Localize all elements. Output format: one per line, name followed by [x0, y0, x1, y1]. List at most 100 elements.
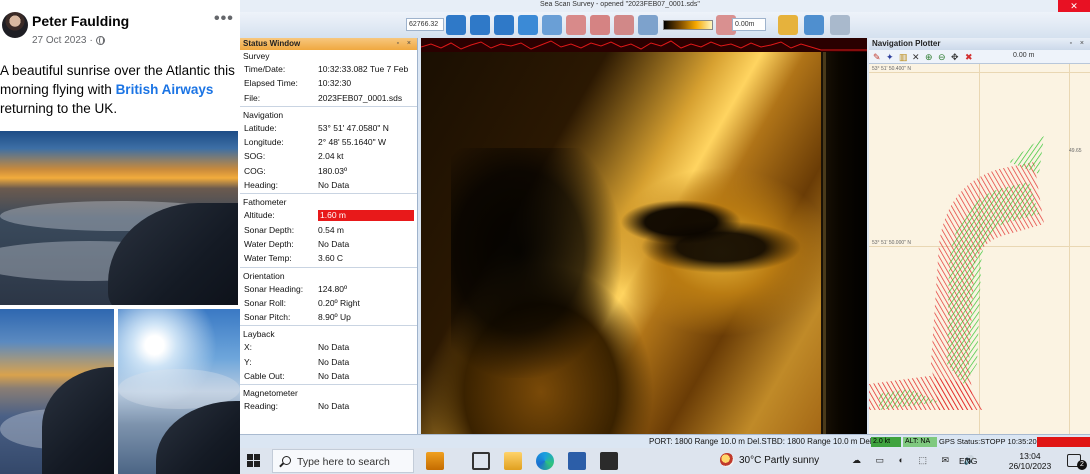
settings-button[interactable] — [830, 15, 850, 35]
alt-badge: ALT: NA — [903, 437, 937, 447]
hold-button[interactable] — [518, 15, 538, 35]
language-indicator[interactable]: ENG — [959, 456, 977, 466]
weather-widget[interactable]: 30°C Partly sunny — [720, 453, 819, 467]
post-date[interactable]: 27 Oct 2023 · — [32, 35, 105, 46]
status-row: Sonar Roll: 0.20º Right — [244, 297, 360, 308]
section-orientation: Orientation — [243, 270, 285, 281]
bars-icon[interactable]: ▥ — [899, 52, 908, 62]
sonar-display[interactable] — [421, 38, 867, 434]
section-fathometer: Fathometer — [243, 197, 287, 208]
record-button[interactable] — [542, 15, 562, 35]
file-explorer-icon[interactable] — [504, 452, 522, 470]
altitude-alert: 1.60 m — [318, 209, 414, 221]
globe-icon — [95, 36, 105, 45]
facebook-post: Peter Faulding 27 Oct 2023 · ••• A beaut… — [0, 0, 240, 474]
range-field[interactable]: 0.00m — [732, 18, 766, 31]
clock-date: 26/10/2023 — [1008, 461, 1052, 471]
palette-button[interactable] — [638, 15, 658, 35]
clear-icon[interactable]: ✖ — [965, 52, 973, 62]
rewind-button[interactable] — [446, 15, 466, 35]
post-photo-sunrise[interactable] — [0, 131, 238, 305]
status-window-controls[interactable]: ▫ × — [396, 38, 414, 50]
stop-button[interactable] — [470, 15, 490, 35]
weather-icon — [720, 453, 734, 467]
screenshot: Peter Faulding 27 Oct 2023 · ••• A beaut… — [0, 0, 1090, 474]
close-window-button[interactable]: ✕ — [1058, 0, 1090, 12]
sonar-signal-strip — [421, 38, 867, 52]
section-magnetometer: Magnetometer — [243, 388, 298, 399]
post-date-text[interactable]: 27 Oct 2023 — [32, 35, 86, 46]
briefcase-app-icon[interactable] — [426, 452, 444, 470]
pen-icon[interactable]: ✎ — [873, 52, 881, 62]
survey-track — [869, 136, 1044, 410]
notification-count: 2 — [1077, 460, 1087, 470]
status-row: Y: No Data — [244, 356, 350, 367]
status-row: Sonar Depth: 0.54 m — [244, 224, 344, 235]
sonar-application: Sea Scan Survey - opened "2023FEB07_0001… — [240, 0, 1090, 448]
status-row: Water Temp: 3.60 C — [244, 253, 344, 264]
status-row: COG: 180.03º — [244, 165, 348, 176]
zoom-in-icon[interactable]: ⊕ — [925, 52, 933, 62]
post-text: A beautiful sunrise over the Atlantic th… — [0, 63, 235, 116]
nav-plotter-toolbar: ✎ ✦ ▥ ✕ ⊕ ⊖ ✥ ✖ 0.00 m — [869, 50, 1090, 64]
taskbar: Type here to search 30°C Partly sunny ☁ … — [240, 448, 1090, 474]
status-row: File: 2023FEB07_0001.sds — [244, 92, 403, 103]
pan-icon[interactable]: ✥ — [951, 52, 959, 62]
status-window: Status Window ▫ × Survey Time/Date: 10:32… — [240, 38, 418, 448]
status-window-header: Status Window ▫ × — [240, 38, 417, 50]
sonar-nadir-line — [823, 52, 826, 434]
title-bar: Sea Scan Survey - opened "2023FEB07_0001… — [240, 0, 1090, 12]
tools-button[interactable] — [804, 15, 824, 35]
status-row: X: No Data — [244, 342, 350, 353]
nav-plotter-header: Navigation Plotter ▫ × — [869, 38, 1090, 50]
avatar[interactable] — [2, 12, 28, 38]
status-row: Sonar Pitch: 8.90º Up — [244, 312, 351, 323]
gps-status: GPS Status:STOPP 10:35:20 — [939, 437, 1037, 446]
search-placeholder: Type here to search — [297, 456, 390, 468]
status-row: Cable Out: No Data — [244, 371, 350, 382]
status-row: Water Depth: No Data — [244, 238, 350, 249]
navigation-plotter: Navigation Plotter ▫ × ✎ ✦ ▥ ✕ ⊕ ⊖ ✥ ✖ 0… — [869, 38, 1090, 434]
coord-field[interactable]: 62766.32 — [406, 18, 444, 31]
app-status-bar: PORT: 1800 Range 10.0 m Del.STBD: 1800 R… — [240, 434, 1090, 448]
more-options-icon[interactable]: ••• — [214, 10, 234, 28]
nav-map[interactable]: 53° 51' 50.400" N 53° 51' 50.000" N 49.6… — [869, 64, 1090, 434]
sonar-water-column — [821, 52, 867, 434]
windows-start-icon[interactable] — [247, 454, 261, 468]
clock[interactable]: 13:04 26/10/2023 — [1002, 451, 1058, 471]
sonar-app-icon[interactable] — [600, 452, 618, 470]
status-row: Time/Date: 10:32:33.082 Tue 7 Feb — [244, 64, 409, 74]
layback-button[interactable] — [614, 15, 634, 35]
post-author[interactable]: Peter Faulding — [32, 13, 129, 29]
post-photo-sky[interactable] — [118, 309, 240, 474]
clock-time: 13:04 — [1019, 451, 1041, 461]
alarm-indicator — [1037, 437, 1090, 447]
section-survey: Survey — [243, 51, 270, 61]
mark-button[interactable] — [590, 15, 610, 35]
nav-plotter-controls[interactable]: ▫ × — [1069, 38, 1087, 50]
nav-scale: 0.00 m — [1013, 52, 1035, 59]
play-button[interactable] — [778, 15, 798, 35]
post-link[interactable]: British Airways — [116, 82, 214, 97]
status-row: Latitude: 53° 51' 47.0580" N — [244, 122, 389, 133]
status-row: Elapsed Time: 10:32:30 — [244, 78, 352, 89]
mail-app-icon[interactable] — [568, 452, 586, 470]
zoom-out-icon[interactable]: ⊖ — [938, 52, 946, 62]
status-row: SOG: 2.04 kt — [244, 151, 344, 162]
gain-slider[interactable] — [663, 20, 713, 30]
search-icon — [282, 456, 291, 465]
forward-button[interactable] — [494, 15, 514, 35]
target-button[interactable] — [566, 15, 586, 35]
taskbar-search-box[interactable]: Type here to search — [272, 449, 414, 473]
edge-browser-icon[interactable] — [536, 452, 554, 470]
task-view-icon[interactable] — [472, 452, 490, 470]
status-row: Reading: No Data — [244, 401, 350, 412]
cross-icon[interactable]: ✕ — [912, 52, 920, 62]
toolbar: 62766.32 0.00m — [240, 12, 1090, 38]
status-row: Heading: No Data — [244, 180, 350, 191]
post-photo-wing[interactable] — [0, 309, 114, 474]
pin-icon[interactable]: ✦ — [886, 52, 894, 62]
section-layback: Layback — [243, 329, 275, 340]
status-row: Longitude: 2° 48' 55.1640" W — [244, 137, 387, 148]
weather-text: 30°C Partly sunny — [739, 454, 820, 466]
